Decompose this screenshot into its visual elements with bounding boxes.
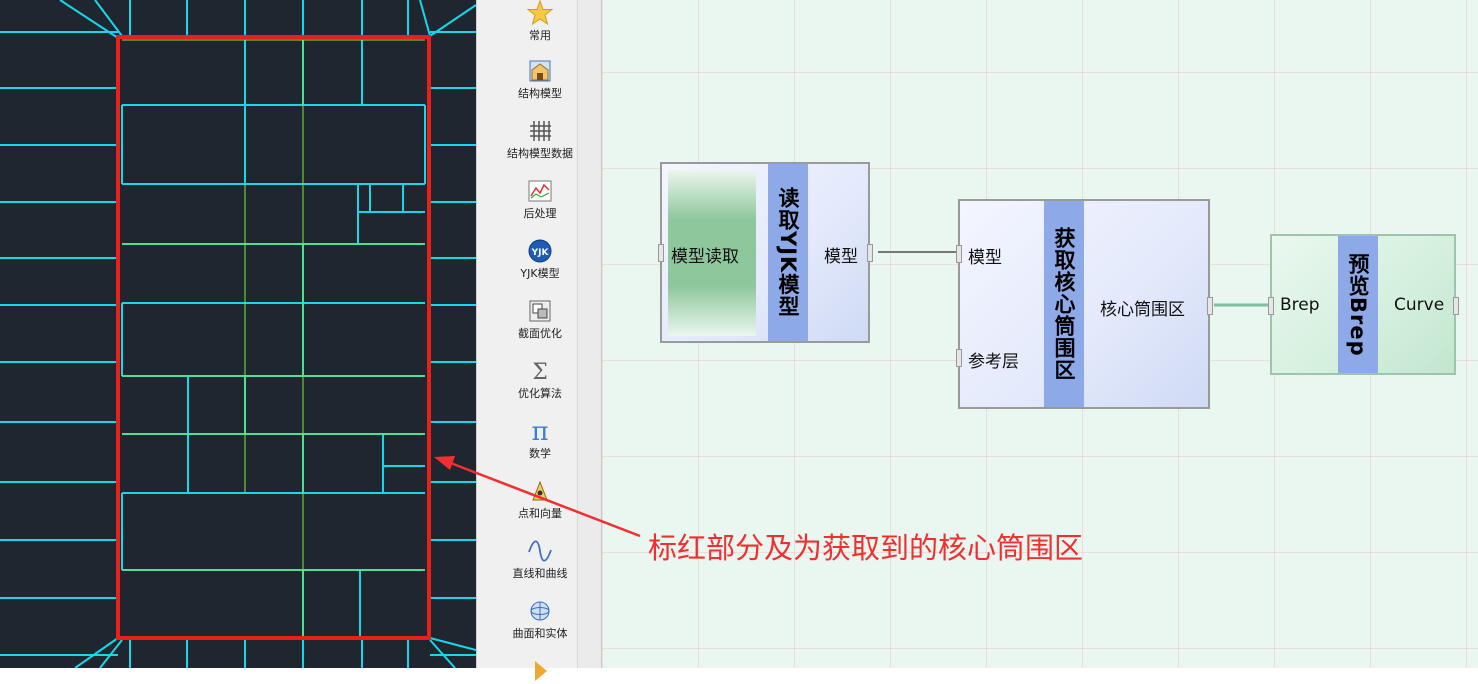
toolbar-item-yjk-model[interactable]: YJK YJK模型 <box>477 238 603 281</box>
sigma-icon: Σ <box>532 360 548 384</box>
node-title-text: 读取YJK模型 <box>776 187 800 318</box>
surface-solid-icon <box>530 601 550 621</box>
yjk-logo-icon: YJK <box>528 239 552 263</box>
core-tube-highlight <box>116 35 431 640</box>
toolbar-item-post-process[interactable]: 后处理 <box>477 178 603 221</box>
output-grip[interactable] <box>867 244 873 262</box>
toolbar-item-point-vector[interactable]: 点和向量 <box>477 478 603 521</box>
node-read-yjk-model[interactable]: 读取YJK模型 模型读取 模型 <box>658 162 873 343</box>
input-port-model-read[interactable]: 模型读取 <box>671 242 739 267</box>
curve-icon <box>528 540 552 562</box>
node-title[interactable]: 读取YJK模型 <box>768 164 808 341</box>
toolbar-item-label: 优化算法 <box>518 387 562 400</box>
toolbar-item-math[interactable]: π 数学 <box>477 418 603 461</box>
toolbar-item-surface-solid[interactable]: 曲面和实体 <box>477 598 603 641</box>
grid-data-icon <box>530 121 551 141</box>
toolbar-item-label: 点和向量 <box>518 507 562 520</box>
section-optimize-icon <box>529 300 551 322</box>
toolbar-item-common[interactable]: 常用 <box>477 0 603 43</box>
svg-text:YJK: YJK <box>531 248 550 258</box>
output-grip[interactable] <box>1453 297 1459 315</box>
input-port-brep[interactable]: Brep <box>1280 295 1320 315</box>
node-canvas[interactable]: 读取YJK模型 模型读取 模型 获取核心筒围区 模型 参考层 核心筒围区 预览B… <box>602 0 1478 668</box>
node-get-core-tube-area[interactable]: 获取核心筒围区 模型 参考层 核心筒围区 <box>956 199 1213 409</box>
toolbar-item-label: 曲面和实体 <box>512 627 568 640</box>
input-grip[interactable] <box>956 245 962 263</box>
svg-text:Σ: Σ <box>532 360 548 384</box>
input-port-model[interactable]: 模型 <box>968 243 1002 268</box>
toolbar-item-label: 结构模型 <box>518 87 562 100</box>
structure-plan-drawing <box>0 0 476 668</box>
toolbar-item-label: 截面优化 <box>518 327 562 340</box>
toolbar-item-section-optimize[interactable]: 截面优化 <box>477 298 603 341</box>
output-port-model[interactable]: 模型 <box>824 242 858 267</box>
output-grip[interactable] <box>1207 297 1213 315</box>
point-vector-icon <box>532 480 548 501</box>
output-port-curve[interactable]: Curve <box>1394 295 1444 315</box>
star-icon <box>527 0 553 26</box>
play-arrow-icon <box>535 661 547 681</box>
node-preview-brep[interactable]: 预览Brep Brep Curve <box>1268 234 1459 375</box>
toolbar-item-line-curve[interactable]: 直线和曲线 <box>477 538 603 581</box>
toolbar-item-label: 常用 <box>529 29 551 42</box>
component-toolbar: 常用 结构模型 结构模型数据 后处理 YJK YJK模型 截面优化 Σ 优化算法… <box>476 0 603 681</box>
toolbar-item-label: YJK模型 <box>520 267 560 280</box>
input-grip[interactable] <box>1268 297 1274 315</box>
building-model-icon <box>529 60 551 82</box>
input-port-reference-layer[interactable]: 参考层 <box>968 347 1019 372</box>
annotation-text: 标红部分及为获取到的核心筒围区 <box>648 531 1084 565</box>
toolbar-item-label: 数学 <box>529 447 551 460</box>
toolbar-item-label: 结构模型数据 <box>507 147 573 160</box>
post-process-chart-icon <box>528 180 552 202</box>
node-title[interactable]: 预览Brep <box>1338 236 1378 373</box>
model-viewport[interactable] <box>0 0 476 668</box>
pi-icon: π <box>531 418 548 444</box>
toolbar-item-structure-model-data[interactable]: 结构模型数据 <box>477 118 603 161</box>
node-title[interactable]: 获取核心筒围区 <box>1044 201 1084 407</box>
input-grip[interactable] <box>956 349 962 367</box>
output-port-core-tube-area[interactable]: 核心筒围区 <box>1100 295 1185 320</box>
toolbar-item-structure-model[interactable]: 结构模型 <box>477 58 603 101</box>
toolbar-item-label: 后处理 <box>523 207 557 220</box>
node-title-text: 获取核心筒围区 <box>1052 227 1076 381</box>
toolbar-item-label: 直线和曲线 <box>512 567 568 580</box>
svg-text:π: π <box>531 418 548 444</box>
node-title-text: 预览Brep <box>1346 252 1370 357</box>
toolbar-item-more[interactable] <box>477 658 603 684</box>
toolbar-item-optimize-algorithm[interactable]: Σ 优化算法 <box>477 358 603 401</box>
input-grip[interactable] <box>658 244 664 262</box>
